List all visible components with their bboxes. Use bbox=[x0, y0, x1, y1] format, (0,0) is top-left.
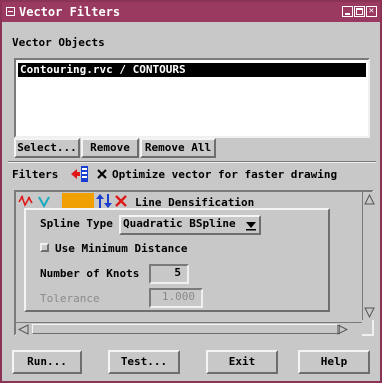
line-filter-icon[interactable] bbox=[18, 194, 34, 208]
use-min-distance-checkbox[interactable] bbox=[40, 243, 49, 252]
spline-type-value: Quadratic BSpline bbox=[123, 217, 236, 230]
spline-type-label: Spline Type bbox=[40, 217, 113, 230]
knots-field[interactable]: 5 bbox=[149, 264, 189, 284]
dropdown-arrow-icon bbox=[245, 219, 257, 231]
knots-label: Number of Knots bbox=[40, 267, 140, 280]
exit-button[interactable]: Exit bbox=[206, 350, 278, 374]
minimize-icon bbox=[345, 13, 350, 15]
window-menu-icon[interactable] bbox=[6, 7, 15, 16]
remove-all-button[interactable]: Remove All bbox=[140, 138, 216, 158]
select-button[interactable]: Select... bbox=[14, 138, 80, 158]
minimize-button[interactable] bbox=[342, 6, 353, 17]
scroll-left-icon[interactable] bbox=[17, 324, 29, 335]
vector-objects-list[interactable]: Contouring.rvc / CONTOURS bbox=[14, 58, 370, 138]
maximize-button[interactable] bbox=[354, 6, 365, 17]
title-bar: Vector Filters ✕ bbox=[2, 2, 380, 22]
tolerance-label: Tolerance bbox=[40, 292, 100, 305]
close-button[interactable]: ✕ bbox=[366, 6, 377, 17]
use-min-distance-label: Use Minimum Distance bbox=[55, 242, 188, 255]
sort-arrows-icon[interactable] bbox=[96, 193, 112, 209]
help-button[interactable]: Help bbox=[298, 350, 370, 374]
run-button[interactable]: Run... bbox=[12, 350, 82, 374]
delete-filter-icon[interactable] bbox=[114, 194, 128, 208]
optimize-label: Optimize vector for faster drawing bbox=[112, 168, 338, 181]
scroll-up-icon[interactable] bbox=[364, 193, 375, 205]
remove-button[interactable]: Remove bbox=[81, 138, 139, 158]
maximize-icon bbox=[356, 8, 363, 15]
add-filter-icon[interactable] bbox=[70, 165, 90, 183]
test-button[interactable]: Test... bbox=[108, 350, 180, 374]
divider bbox=[8, 161, 376, 163]
color-swatch[interactable] bbox=[62, 193, 94, 209]
scroll-right-icon[interactable] bbox=[337, 324, 349, 335]
chevron-down-icon[interactable] bbox=[37, 194, 51, 209]
close-icon: ✕ bbox=[368, 6, 375, 16]
list-item[interactable]: Contouring.rvc / CONTOURS bbox=[18, 63, 366, 77]
scroll-thumb[interactable] bbox=[32, 324, 340, 334]
filters-label: Filters bbox=[12, 168, 59, 181]
scroll-down-icon[interactable] bbox=[364, 307, 375, 319]
vertical-scrollbar[interactable] bbox=[362, 192, 376, 320]
optimize-checkbox[interactable] bbox=[97, 169, 107, 179]
vector-objects-heading: Vector Objects bbox=[12, 36, 105, 49]
tolerance-field[interactable]: 1.000 bbox=[149, 288, 203, 308]
vector-filters-window: Vector Filters ✕ Vector Objects Contouri… bbox=[0, 0, 382, 383]
spline-type-select[interactable]: Quadratic BSpline bbox=[119, 215, 261, 235]
window-title: Vector Filters bbox=[19, 5, 121, 19]
horizontal-scrollbar[interactable] bbox=[16, 322, 362, 336]
